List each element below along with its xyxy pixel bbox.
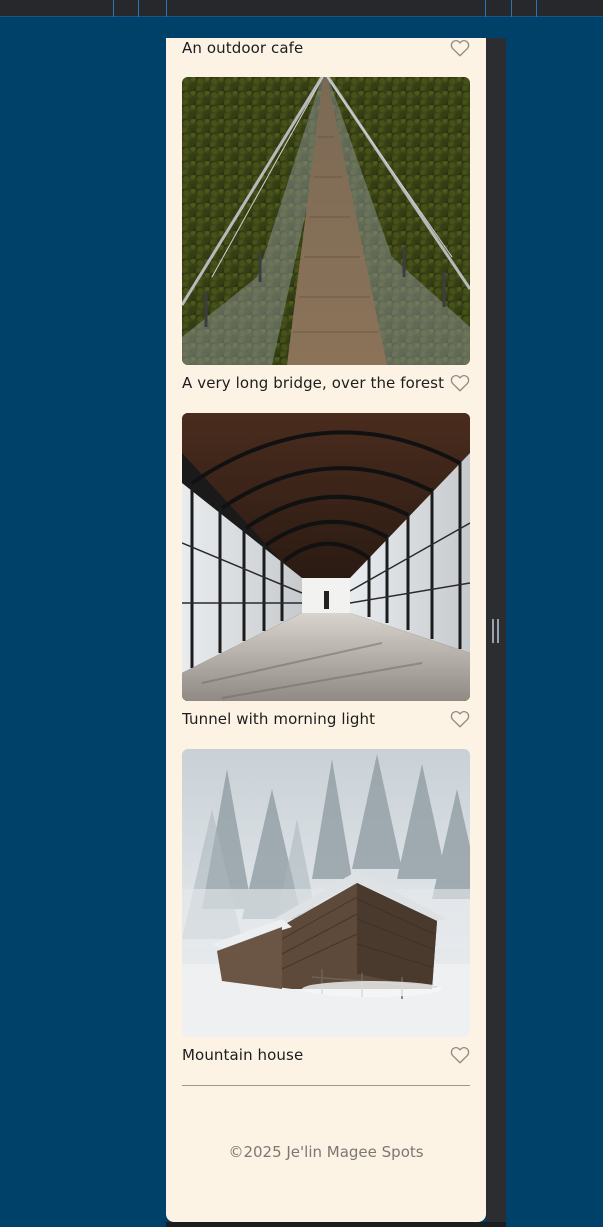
card-image-tunnel[interactable] — [182, 413, 470, 701]
resize-grip-line — [497, 619, 499, 643]
card-image-mountain-house[interactable] — [182, 749, 470, 1037]
card-caption: A very long bridge, over the forest — [182, 372, 470, 394]
footer-copyright: ©2025 Je'lin Magee Spots — [228, 1143, 424, 1161]
card-image-bridge[interactable] — [182, 77, 470, 365]
toolbar-divider — [166, 0, 167, 17]
toolbar-divider — [138, 0, 139, 17]
footer-divider — [182, 1085, 470, 1086]
card-caption: Mountain house — [182, 1044, 470, 1066]
resize-grip-line — [492, 619, 494, 643]
card-title: A very long bridge, over the forest — [182, 374, 445, 392]
top-toolbar — [0, 0, 603, 17]
card-title: Mountain house — [182, 1046, 304, 1064]
heart-icon[interactable] — [450, 39, 470, 57]
toolbar-divider — [536, 0, 537, 17]
resize-handle[interactable] — [492, 619, 499, 643]
card-caption: Tunnel with morning light — [182, 708, 470, 730]
toolbar-divider — [511, 0, 512, 17]
heart-icon[interactable] — [450, 374, 470, 392]
card-title: Tunnel with morning light — [182, 710, 376, 728]
heart-icon[interactable] — [450, 1046, 470, 1064]
toolbar-divider — [485, 0, 486, 17]
mobile-preview-frame: An outdoor cafe A very long bridge, over… — [166, 38, 486, 1222]
device-frame-bottom — [166, 1222, 506, 1227]
toolbar-divider — [113, 0, 114, 17]
heart-icon[interactable] — [450, 710, 470, 728]
card-caption: An outdoor cafe — [182, 37, 470, 59]
card-title: An outdoor cafe — [182, 39, 304, 57]
